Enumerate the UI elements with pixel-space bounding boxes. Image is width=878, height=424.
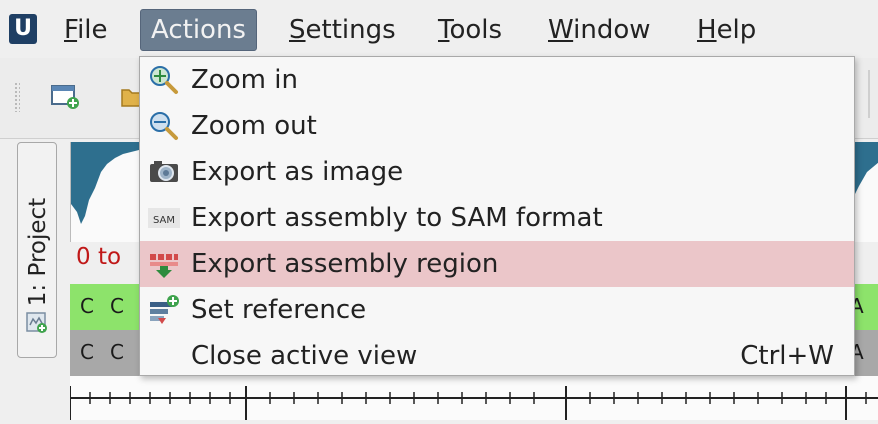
new-window-button[interactable]: [50, 82, 80, 114]
menu-actions-label: Actions: [151, 15, 246, 45]
new-window-icon: [51, 85, 79, 109]
zoom-out-icon: [150, 112, 178, 140]
open-folder-button[interactable]: [120, 82, 141, 114]
menu-file-rest: ile: [77, 15, 108, 45]
range-label: 0 to: [76, 244, 122, 270]
menu-item-set-reference[interactable]: Set reference: [140, 287, 854, 333]
menu-settings[interactable]: Settings: [289, 14, 396, 46]
app-logo-icon: U: [9, 14, 37, 44]
menu-item-zoom-out[interactable]: Zoom out: [140, 103, 854, 149]
menu-window-rest: indow: [573, 15, 651, 45]
menu-tools[interactable]: Tools: [438, 14, 502, 46]
menu-item-label: Zoom out: [191, 111, 317, 141]
menu-item-shortcut: Ctrl+W: [740, 341, 834, 371]
menubar: U File Actions Settings Tools Window Hel…: [0, 0, 878, 59]
zoom-in-icon: [150, 66, 178, 94]
menu-item-export-region[interactable]: Export assembly region: [140, 241, 854, 287]
menu-item-label: Set reference: [191, 295, 367, 325]
ruler-ticks: [69, 386, 878, 420]
sequence-base: C: [80, 294, 94, 318]
reference-base: C: [110, 340, 124, 364]
sam-icon-text: SAM: [153, 215, 175, 226]
menu-help[interactable]: Help: [697, 14, 756, 46]
menu-help-mnemonic: H: [697, 15, 717, 45]
menu-file-mnemonic: F: [64, 15, 78, 45]
menu-window-mnemonic: W: [548, 15, 574, 45]
menu-file[interactable]: File: [64, 14, 108, 46]
set-reference-icon: [150, 295, 179, 324]
menu-item-label: Close active view: [191, 341, 418, 371]
menu-item-export-sam[interactable]: SAM Export assembly to SAM format: [140, 195, 854, 241]
folder-icon: [121, 89, 141, 107]
project-icon: [26, 312, 47, 333]
menu-item-label: Zoom in: [191, 65, 298, 95]
sam-icon: SAM: [148, 208, 180, 228]
menu-item-label: Export assembly to SAM format: [191, 203, 603, 233]
camera-icon: [150, 161, 178, 182]
position-ruler: [69, 376, 878, 420]
toolbar-separator: [868, 70, 870, 118]
sequence-base: C: [110, 294, 124, 318]
menu-settings-mnemonic: S: [289, 15, 306, 45]
toolbar-grip[interactable]: [14, 82, 20, 112]
menu-actions[interactable]: Actions: [140, 9, 257, 51]
menu-item-export-image[interactable]: Export as image: [140, 149, 854, 195]
reference-base: C: [80, 340, 94, 364]
menu-settings-rest: ettings: [305, 15, 396, 45]
menu-item-zoom-in[interactable]: Zoom in: [140, 57, 854, 103]
export-region-icon: [150, 254, 178, 278]
menu-tools-rest: ools: [449, 15, 503, 45]
project-dock-tab[interactable]: 1: Project: [17, 142, 57, 358]
menu-window[interactable]: Window: [548, 14, 651, 46]
menu-help-rest: elp: [716, 15, 757, 45]
menu-item-label: Export as image: [191, 157, 404, 187]
menu-item-label: Export assembly region: [191, 249, 499, 279]
menu-item-close-view[interactable]: Close active view Ctrl+W: [140, 333, 854, 379]
actions-menu: Zoom in Zoom out Export as image SAM Exp…: [139, 56, 855, 376]
menu-tools-mnemonic: T: [438, 15, 450, 45]
